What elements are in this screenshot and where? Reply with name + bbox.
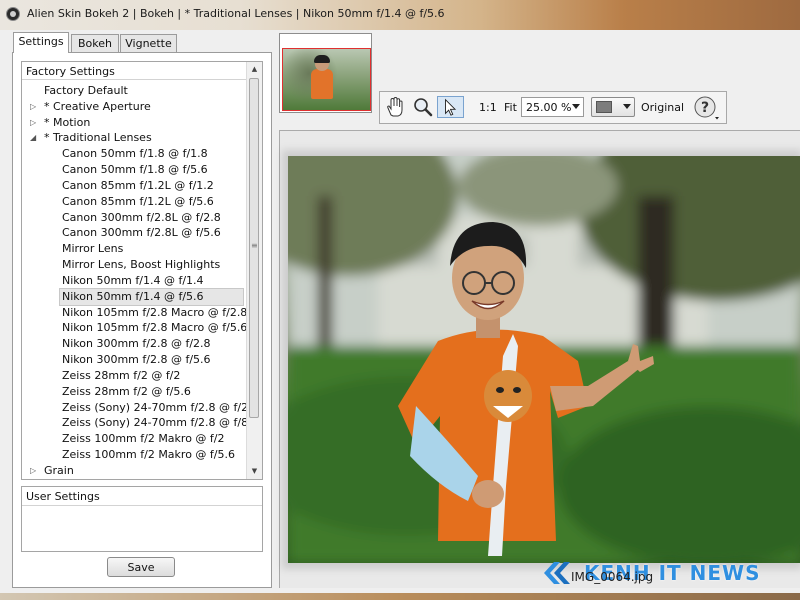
tree-group-item[interactable]: * Traditional Lenses — [42, 130, 152, 146]
tree-scrollbar[interactable]: ▲ ≡ ▼ — [246, 62, 262, 479]
fit-button[interactable]: Fit — [504, 101, 517, 114]
tree-group-item[interactable]: * Motion — [42, 115, 90, 131]
window-title: Alien Skin Bokeh 2 | Bokeh | * Tradition… — [27, 7, 445, 20]
preset-item[interactable]: Nikon 50mm f/1.4 @ f/5.6 — [59, 287, 244, 306]
ratio-1to1-button[interactable]: 1:1 — [479, 101, 497, 114]
preset-item[interactable]: Mirror Lens — [60, 241, 123, 257]
desktop-strip — [0, 593, 800, 600]
tree-group-item[interactable]: * Creative Aperture — [42, 99, 151, 115]
tab-vignette[interactable]: Vignette — [120, 34, 177, 53]
expand-closed-icon[interactable]: ▷ — [30, 463, 40, 479]
preset-item[interactable]: Zeiss 100mm f/2 Makro @ f/5.6 — [60, 447, 235, 463]
preset-item[interactable]: Zeiss 28mm f/2 @ f/5.6 — [60, 384, 191, 400]
factory-settings-header: Factory Settings — [22, 62, 248, 80]
user-settings-header: User Settings — [22, 487, 262, 506]
thumb-hair — [314, 55, 330, 63]
zoom-value: 25.00 % — [526, 101, 572, 114]
chevron-down-icon — [572, 104, 580, 109]
preview-photo[interactable] — [288, 156, 800, 563]
user-settings-box[interactable]: User Settings — [21, 486, 263, 552]
preset-item[interactable]: Nikon 105mm f/2.8 Macro @ f/2.8 — [60, 305, 247, 321]
original-toggle[interactable]: Original — [641, 101, 684, 114]
save-button[interactable]: Save — [107, 557, 175, 577]
preset-item[interactable]: Zeiss 100mm f/2 Makro @ f/2 — [60, 431, 225, 447]
preset-item[interactable]: Canon 50mm f/1.8 @ f/1.8 — [60, 146, 208, 162]
preset-item[interactable]: Zeiss 28mm f/2 @ f/2 — [60, 368, 180, 384]
scroll-up-icon[interactable]: ▲ — [247, 62, 262, 77]
tree-group-item[interactable]: Grain — [42, 463, 74, 479]
preset-item[interactable]: Canon 85mm f/1.2L @ f/5.6 — [60, 194, 214, 210]
navigator-thumbnail[interactable] — [279, 33, 372, 113]
chevron-down-icon — [623, 104, 631, 109]
preset-item[interactable]: Canon 300mm f/2.8L @ f/5.6 — [60, 225, 221, 241]
preset-item[interactable]: Mirror Lens, Boost Highlights — [60, 257, 220, 273]
zoom-magnifier-icon[interactable] — [412, 96, 434, 118]
view-toolbar: 1:1 Fit 25.00 % Original ? — [379, 91, 727, 124]
background-color-picker[interactable] — [591, 97, 635, 117]
zoom-select[interactable]: 25.00 % — [521, 97, 584, 117]
color-swatch — [596, 101, 612, 113]
tab-bokeh[interactable]: Bokeh — [71, 34, 119, 53]
app-icon — [6, 7, 20, 21]
svg-text:?: ? — [701, 100, 709, 116]
preset-item[interactable]: Zeiss (Sony) 24-70mm f/2.8 @ f/2.8 — [60, 400, 259, 416]
preset-item[interactable]: Zeiss (Sony) 24-70mm f/2.8 @ f/8 — [60, 415, 248, 431]
select-arrow-icon[interactable] — [437, 96, 464, 118]
preset-item[interactable]: Nikon 300mm f/2.8 @ f/2.8 — [60, 336, 211, 352]
grip-icon: ≡ — [251, 241, 258, 250]
question-icon[interactable]: ? — [692, 95, 720, 121]
expand-open-icon[interactable]: ◢ — [30, 130, 40, 146]
preset-item[interactable]: Nikon 300mm f/2.8 @ f/5.6 — [60, 352, 211, 368]
expand-closed-icon[interactable]: ▷ — [30, 99, 40, 115]
preset-item[interactable]: Nikon 50mm f/1.4 @ f/1.4 — [60, 273, 204, 289]
scroll-thumb[interactable]: ≡ — [249, 78, 259, 418]
photo-illustration — [288, 156, 800, 563]
tab-settings[interactable]: Settings — [13, 32, 69, 53]
title-bar: Alien Skin Bokeh 2 | Bokeh | * Tradition… — [0, 0, 800, 30]
preset-tree[interactable]: Factory Settings Factory Default ▷ * Creat… — [21, 61, 263, 480]
scroll-down-icon[interactable]: ▼ — [247, 464, 262, 479]
preset-item[interactable]: Canon 300mm f/2.8L @ f/2.8 — [60, 210, 221, 226]
preset-item[interactable]: Canon 50mm f/1.8 @ f/5.6 — [60, 162, 208, 178]
hand-pan-icon[interactable] — [382, 96, 408, 118]
preset-item[interactable]: Nikon 105mm f/2.8 Macro @ f/5.6 — [60, 320, 247, 336]
preset-item[interactable]: Canon 85mm f/1.2L @ f/1.2 — [60, 178, 214, 194]
photo-filename: IMG_0064.jpg — [571, 570, 654, 584]
thumb-figure — [311, 69, 333, 99]
expand-closed-icon[interactable]: ▷ — [30, 115, 40, 131]
thumbnail-image[interactable] — [282, 48, 371, 111]
tree-group-item[interactable]: Factory Default — [42, 83, 128, 99]
